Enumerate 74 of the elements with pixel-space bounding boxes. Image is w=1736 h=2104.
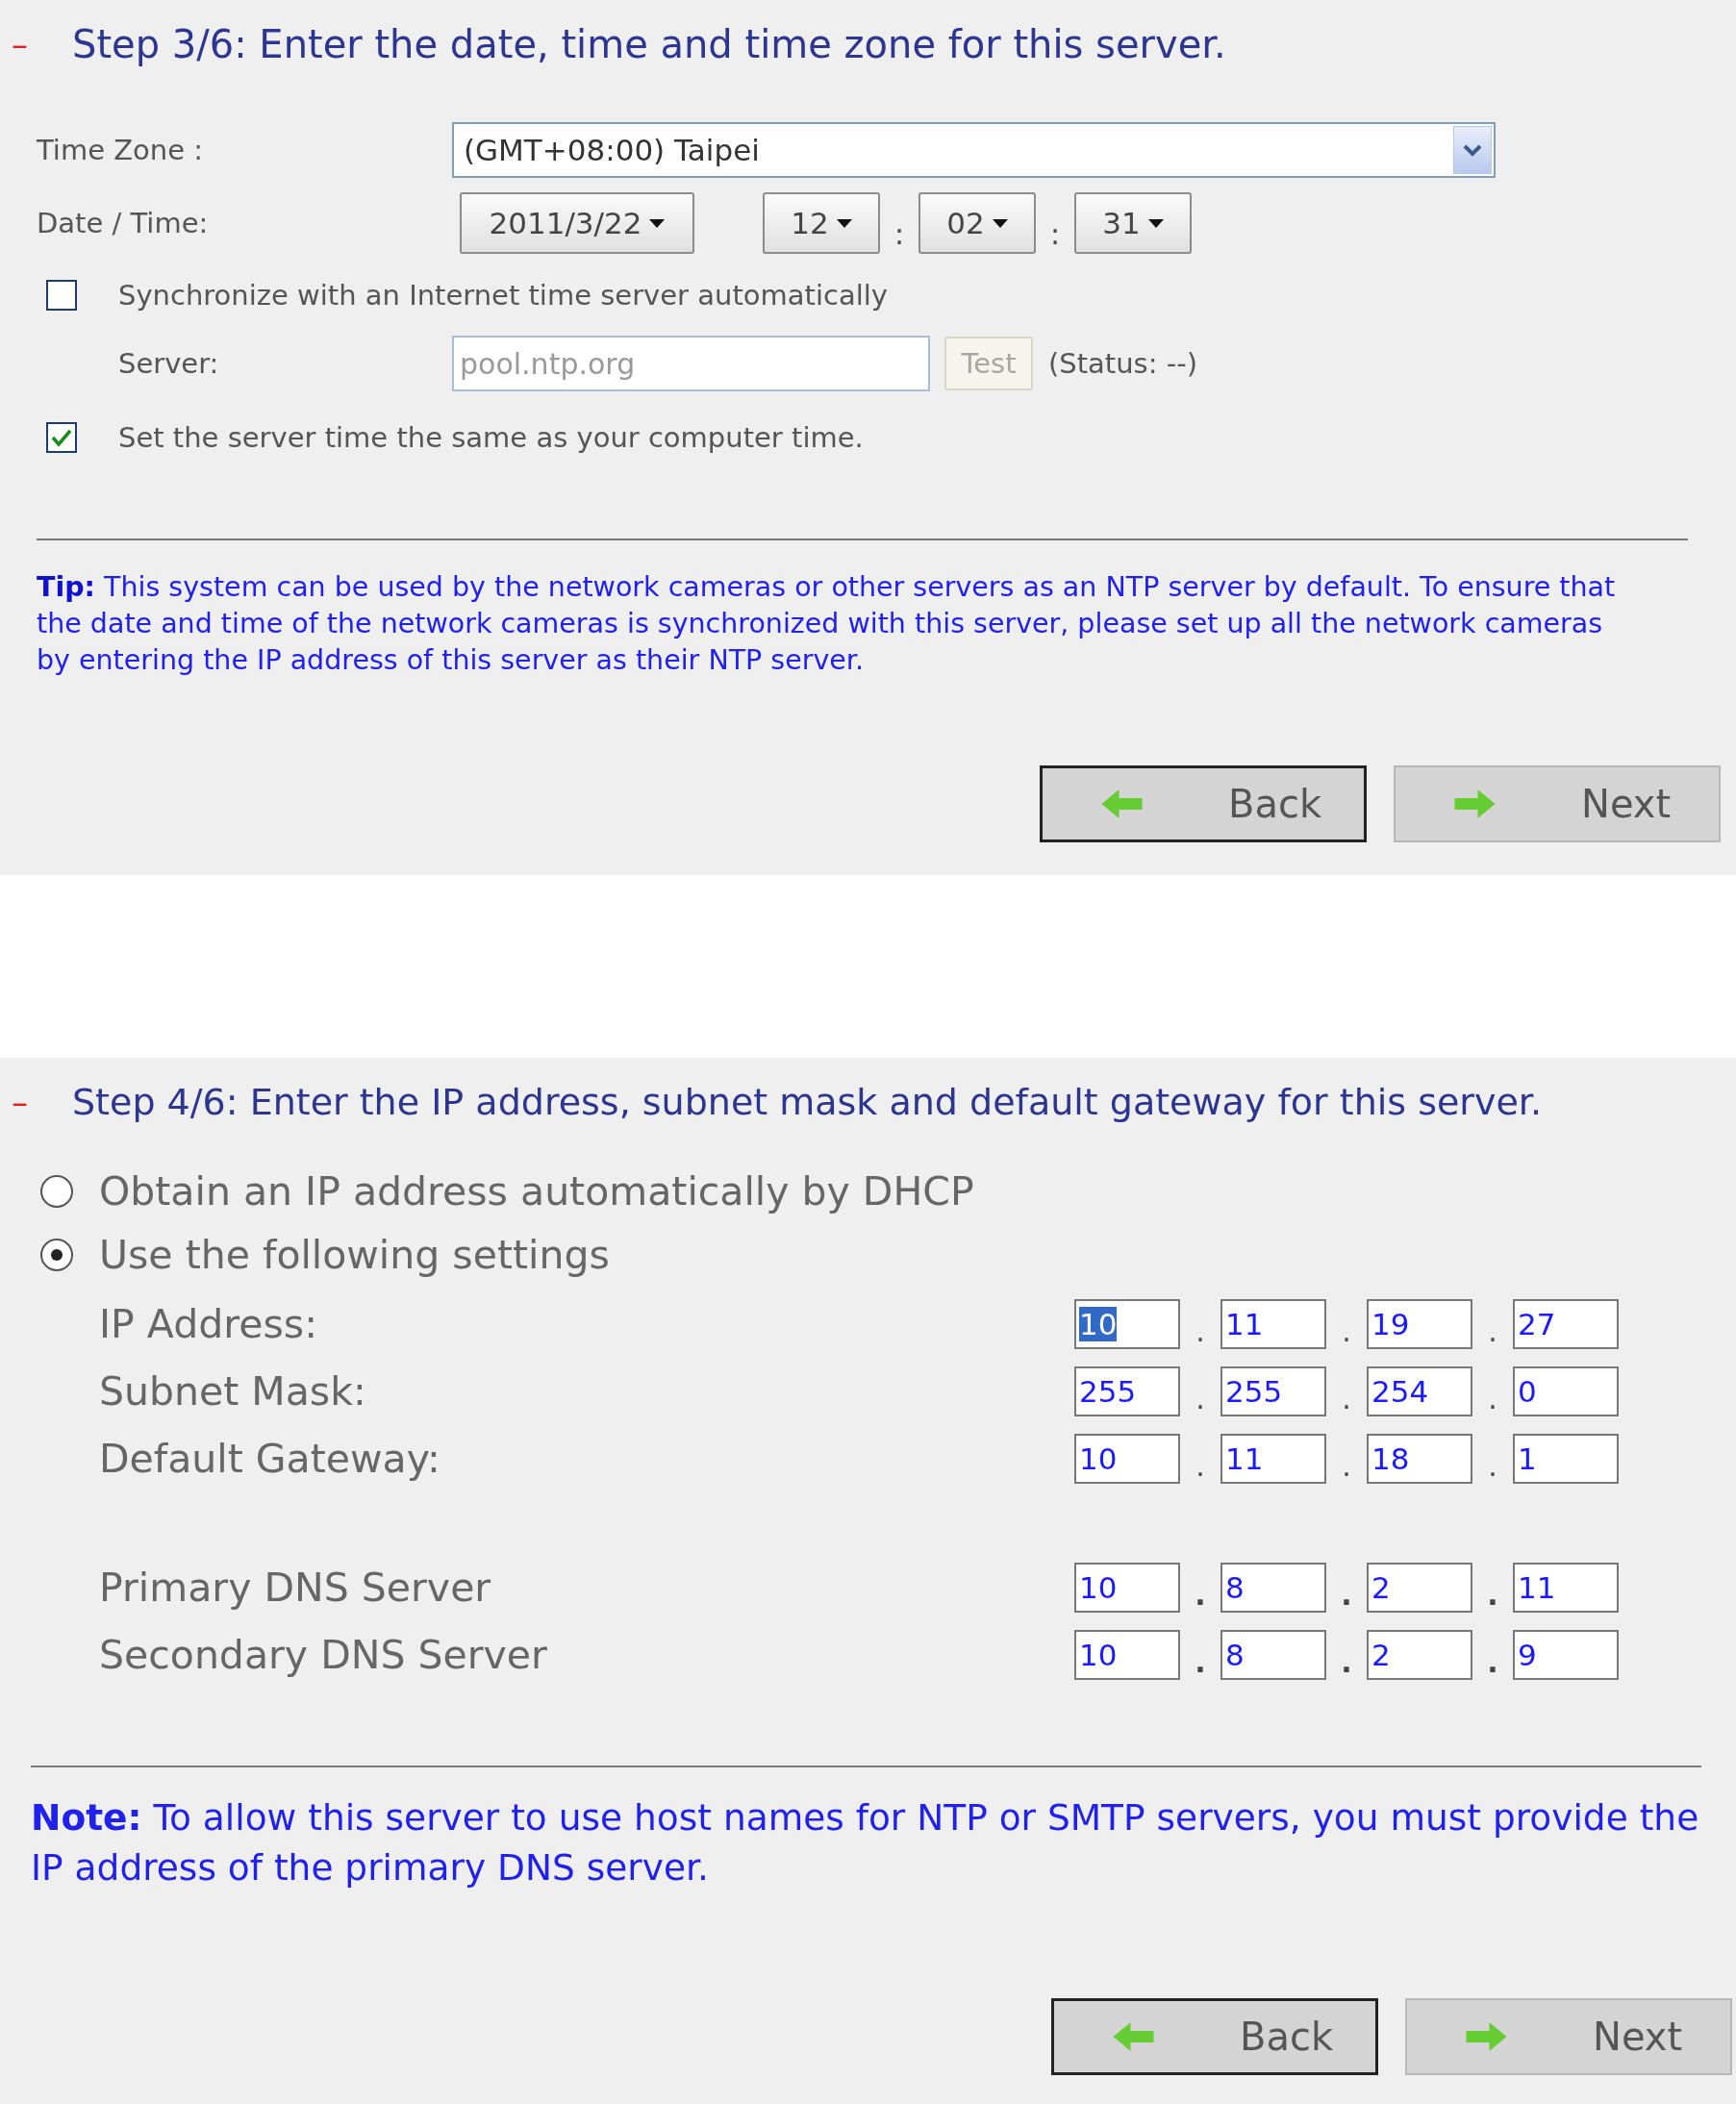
minute-dropdown[interactable]: 02	[918, 192, 1036, 254]
octet-input-field[interactable]: 2	[1367, 1630, 1472, 1680]
octet-input-field[interactable]: 10	[1074, 1434, 1180, 1484]
dot-separator: .	[1195, 1380, 1206, 1415]
field-label: Time Zone :	[36, 134, 204, 166]
radio-button[interactable]	[40, 1239, 73, 1271]
octet-input-field[interactable]: 10	[1074, 1563, 1180, 1613]
caret-icon	[992, 218, 1008, 228]
octet-input-field[interactable]: 11	[1220, 1434, 1326, 1484]
step-title: Step 4/6: Enter the IP address, subnet mask and default gateway for this server.	[72, 1081, 1543, 1123]
dot-separator: .	[1487, 1447, 1498, 1483]
hour-dropdown[interactable]: 12	[763, 192, 880, 254]
dot-separator: .	[1487, 1380, 1498, 1415]
octet-input-field[interactable]: 9	[1513, 1630, 1619, 1680]
octet-input-field[interactable]: 19	[1367, 1299, 1472, 1349]
octet-input-field[interactable]: 8	[1220, 1563, 1326, 1613]
dot-separator: .	[1341, 1447, 1352, 1483]
radio-label: Use the following settings	[99, 1232, 610, 1278]
checkbox[interactable]	[46, 422, 77, 453]
field-label: Primary DNS Server	[98, 1565, 492, 1611]
field-label: Default Gateway:	[98, 1436, 441, 1482]
octet-input-field[interactable]: 10	[1074, 1299, 1180, 1349]
octet-input-field[interactable]: 2	[1367, 1563, 1472, 1613]
octet-input-field[interactable]: 8	[1220, 1630, 1326, 1680]
dot-separator: .	[1486, 1576, 1499, 1612]
octet-input-field[interactable]: 1	[1513, 1434, 1619, 1484]
octet-input-field[interactable]: 18	[1367, 1434, 1472, 1484]
dot-separator: .	[1340, 1643, 1353, 1679]
back-button[interactable]: Back	[1051, 1998, 1378, 2075]
next-button[interactable]: Next	[1405, 1998, 1732, 2075]
octet-input-field[interactable]: 27	[1513, 1299, 1619, 1349]
dot-separator: .	[1341, 1380, 1352, 1415]
octet-input-field[interactable]: 10	[1074, 1630, 1180, 1680]
checkbox[interactable]	[46, 280, 77, 311]
collapse-dash: –	[11, 1083, 29, 1121]
radio-label: Obtain an IP address automatically by DHCP	[99, 1168, 974, 1215]
step-title: Step 3/6: Enter the date, time and time zone for this server.	[72, 22, 1226, 66]
dot-separator: .	[1195, 1313, 1206, 1348]
dot-separator: .	[1340, 1576, 1353, 1612]
checkbox-label: Synchronize with an Internet time server automatically	[118, 279, 888, 312]
dot-separator: .	[1486, 1643, 1499, 1679]
caret-icon	[1147, 218, 1164, 228]
time-separator: :	[1048, 215, 1062, 251]
field-label: Server:	[117, 347, 220, 380]
checkbox-label: Set the server time the same as your computer time.	[118, 421, 864, 454]
time-zone-dropdown[interactable]: (GMT+08:00) Taipei	[452, 122, 1496, 178]
field-label: Date / Time:	[36, 207, 210, 239]
time-separator: :	[893, 215, 906, 251]
dot-separator: .	[1194, 1643, 1207, 1679]
dot-separator: .	[1194, 1576, 1207, 1612]
next-button[interactable]: Next	[1394, 765, 1721, 842]
status-text: (Status: --)	[1048, 347, 1197, 380]
octet-input-field[interactable]: 11	[1220, 1299, 1326, 1349]
caret-icon	[836, 218, 852, 228]
tip-text: Tip: This system can be used by the network cameras or other servers as an NTP server by default. To ensure that the date and time of the network cameras is synchronized with this server, please set up all the network cameras by entering the IP address of this server as their NTP server.	[37, 570, 1617, 678]
octet-input-field[interactable]: 254	[1367, 1366, 1472, 1416]
field-label: IP Address:	[98, 1301, 318, 1347]
dot-separator: .	[1341, 1313, 1352, 1348]
note-text: Note: To allow this server to use host names for NTP or SMTP servers, you must provide the IP address of the primary DNS server.	[31, 1795, 1700, 1891]
field-label: Secondary DNS Server	[98, 1632, 548, 1678]
caret-icon	[649, 218, 666, 228]
chevron-icon	[1453, 126, 1492, 174]
second-dropdown[interactable]: 31	[1074, 192, 1192, 254]
octet-input-field[interactable]: 255	[1074, 1366, 1180, 1416]
radio-button[interactable]	[40, 1175, 73, 1208]
date-dropdown[interactable]: 2011/3/22	[460, 192, 694, 254]
octet-input-field[interactable]: 0	[1513, 1366, 1619, 1416]
octet-input-field[interactable]: 11	[1513, 1563, 1619, 1613]
octet-input-field[interactable]: 255	[1220, 1366, 1326, 1416]
dot-separator: .	[1195, 1447, 1206, 1483]
back-button[interactable]: Back	[1040, 765, 1367, 842]
collapse-dash: –	[11, 25, 29, 63]
field-label: Subnet Mask:	[98, 1368, 367, 1415]
dot-separator: .	[1487, 1313, 1498, 1348]
